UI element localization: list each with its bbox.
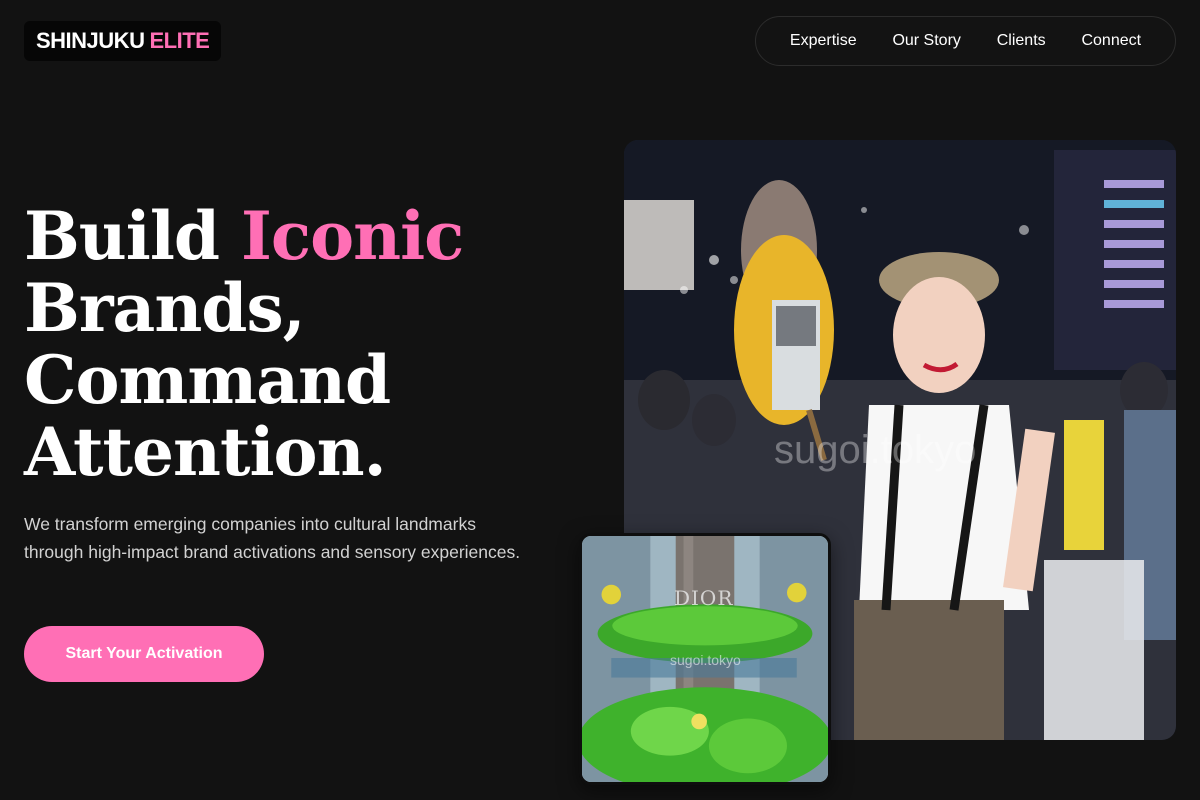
headline-word-iconic: Iconic	[241, 197, 464, 275]
headline-word-build: Build	[24, 197, 220, 275]
logo-accent-text: ELITE	[149, 28, 210, 53]
headline-word-attention: Attention.	[24, 413, 387, 491]
hero-headline: Build Iconic Brands, Command Attention.	[24, 200, 584, 488]
hero-inset-photo: DIOR sugoi.tokyo	[579, 533, 831, 785]
nav-link-expertise[interactable]: Expertise	[790, 32, 857, 50]
nav-link-connect[interactable]: Connect	[1081, 32, 1141, 50]
site-logo[interactable]: SHINJUKU ELITE	[24, 21, 222, 61]
logo-main-text: SHINJUKU	[36, 28, 145, 53]
dior-sign-text: DIOR	[674, 586, 734, 610]
dior-tree-illustration	[582, 536, 828, 782]
headline-word-brands: Brands,	[24, 269, 306, 347]
hero-subtext: We transform emerging companies into cul…	[24, 514, 521, 562]
landing-page: SHINJUKU ELITE Expertise Our Story Clien…	[0, 0, 1200, 800]
nav-link-our-story[interactable]: Our Story	[892, 32, 960, 50]
main-nav: Expertise Our Story Clients Connect	[755, 16, 1176, 66]
headline-word-command: Command	[24, 341, 391, 419]
start-activation-button[interactable]: Start Your Activation	[24, 626, 264, 682]
nav-link-clients[interactable]: Clients	[997, 32, 1046, 50]
